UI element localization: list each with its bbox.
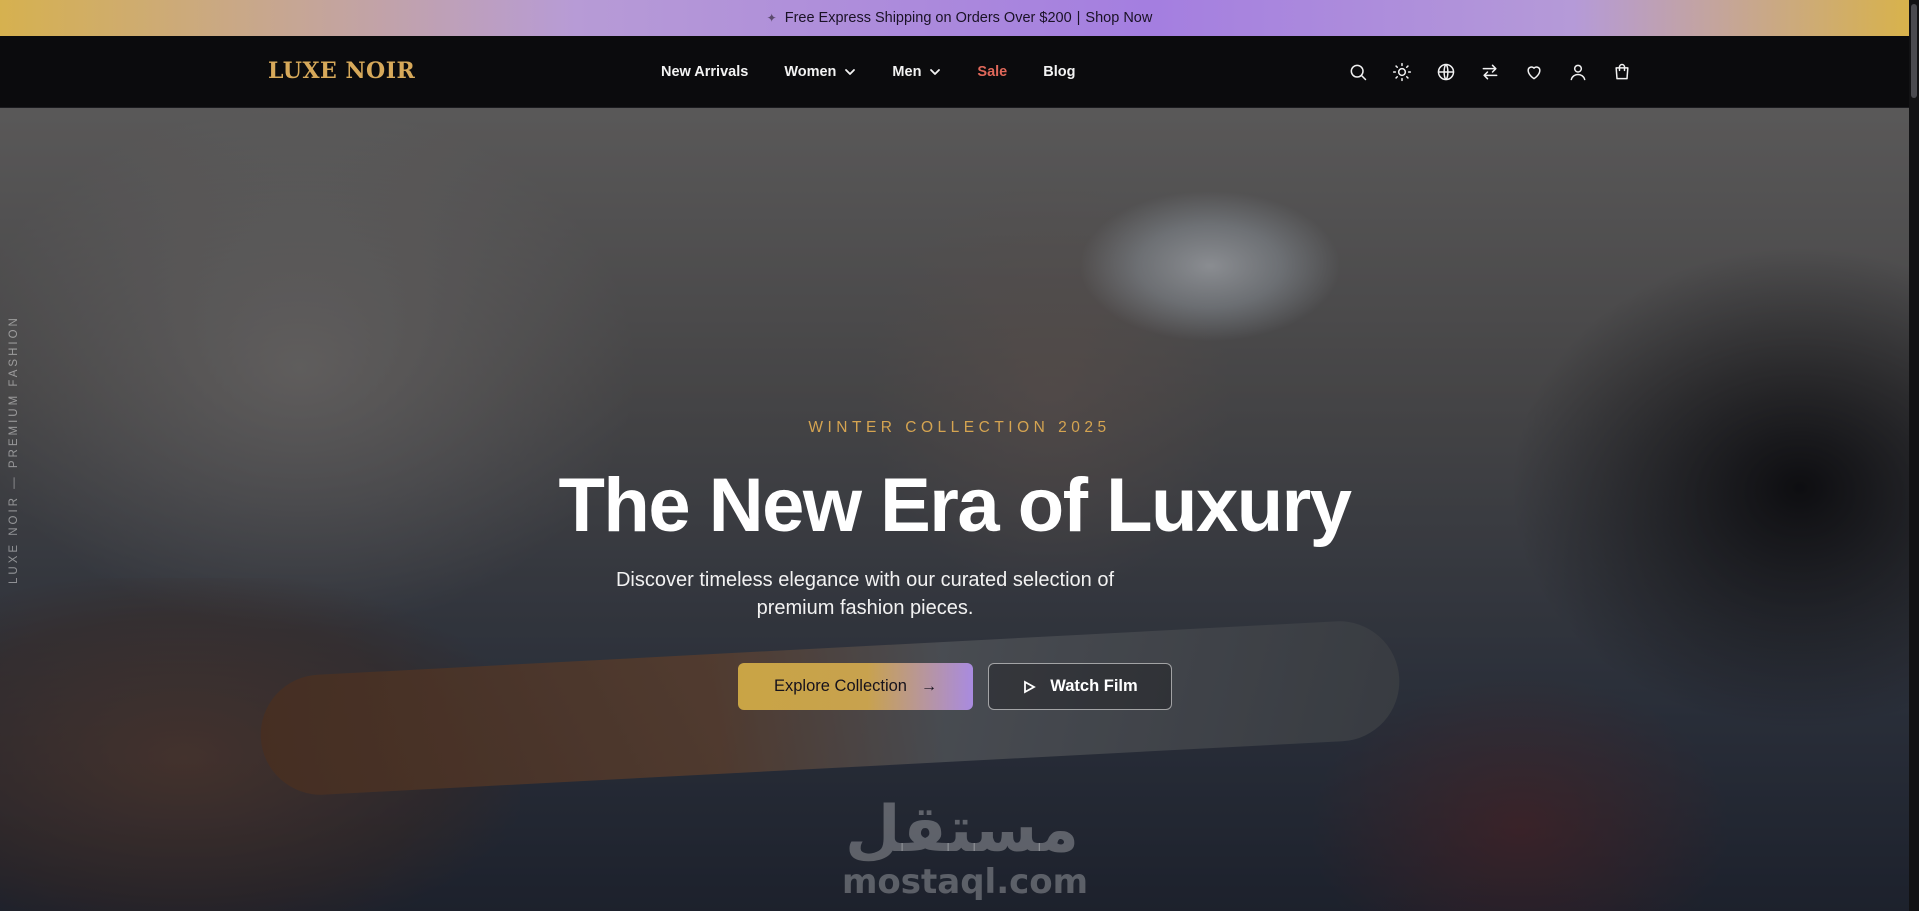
nav-label: Sale	[977, 64, 1008, 80]
watermark-arabic: مستقل	[844, 793, 1080, 867]
main-nav: New Arrivals Women Men Sale Blog	[661, 36, 1111, 108]
theme-sun-icon	[1392, 62, 1412, 82]
announcement-separator: |	[1076, 10, 1081, 26]
shop-now-link[interactable]: Shop Now	[1085, 10, 1152, 26]
sparkle-icon: ✦	[766, 11, 777, 25]
nav-men[interactable]: Men	[892, 64, 941, 80]
chevron-down-icon	[845, 69, 856, 75]
header-actions	[1347, 36, 1655, 108]
hero-subtitle: Discover timeless elegance with our cura…	[615, 569, 1115, 619]
nav-blog[interactable]: Blog	[1043, 64, 1075, 80]
cart-bag-icon	[1615, 63, 1629, 80]
page-scrollbar[interactable]	[1909, 0, 1919, 911]
nav-label: Women	[784, 64, 837, 80]
search-button[interactable]	[1347, 61, 1369, 83]
compare-arrows-icon	[1482, 64, 1498, 80]
nav-label: Blog	[1043, 64, 1076, 80]
button-label: Watch Film	[1050, 677, 1138, 695]
wishlist-heart-icon	[1527, 66, 1541, 80]
nav-label: New Arrivals	[661, 64, 749, 80]
arrow-right-icon: →	[920, 677, 937, 695]
site-header: LUXE NOIR New Arrivals Women Men Sale Bl…	[0, 36, 1919, 108]
explore-collection-button[interactable]: Explore Collection →	[738, 663, 973, 710]
scrollbar-thumb[interactable]	[1911, 4, 1917, 98]
vertical-brand-tagline: LUXE NOIR — PREMIUM FASHION	[8, 315, 20, 584]
watermark-latin: mostaql.com	[842, 862, 1089, 902]
nav-label: Men	[892, 64, 922, 80]
button-label: Explore Collection	[774, 677, 907, 695]
compare-button[interactable]	[1479, 61, 1501, 83]
account-button[interactable]	[1567, 61, 1589, 83]
language-button[interactable]	[1435, 61, 1457, 83]
nav-new-arrivals[interactable]: New Arrivals	[661, 64, 748, 80]
announcement-bar: ✦ Free Express Shipping on Orders Over $…	[0, 0, 1919, 36]
wishlist-button[interactable]	[1523, 61, 1545, 83]
watch-film-button[interactable]: Watch Film	[988, 663, 1172, 710]
announcement-text: Free Express Shipping on Orders Over $20…	[784, 10, 1072, 26]
language-globe-icon	[1437, 63, 1455, 81]
account-user-icon	[1570, 64, 1586, 81]
theme-toggle-button[interactable]	[1391, 61, 1413, 83]
nav-women[interactable]: Women	[784, 64, 856, 80]
nav-sale[interactable]: Sale	[977, 64, 1007, 80]
chevron-down-icon	[930, 69, 941, 75]
hero-eyebrow: WINTER COLLECTION 2025	[808, 419, 1111, 436]
search-icon	[1350, 64, 1367, 81]
hero-section: LUXE NOIR — PREMIUM FASHION WINTER COLLE…	[0, 108, 1919, 911]
cart-button[interactable]	[1611, 61, 1633, 83]
watermark: مستقل mostaql.com	[842, 793, 1089, 902]
play-icon	[1024, 679, 1037, 694]
hero-headline: The New Era of Luxury	[558, 463, 1353, 548]
page: ✦ Free Express Shipping on Orders Over $…	[0, 0, 1919, 911]
brand-logo[interactable]: LUXE NOIR	[268, 58, 415, 84]
